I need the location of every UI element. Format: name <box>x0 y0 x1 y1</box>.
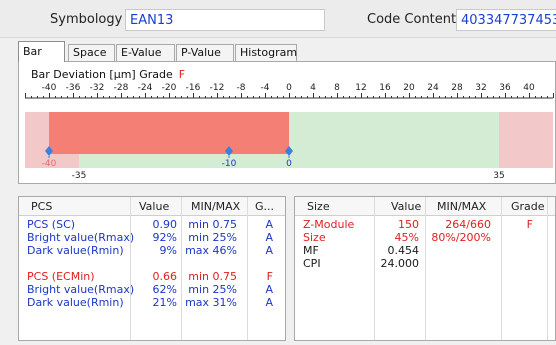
out-of-tolerance-zone-right <box>499 112 553 168</box>
table-row[interactable]: CPI 24.000 <box>295 258 555 270</box>
table-row[interactable]: Bright value(Rmax) 62% min 25% A <box>19 284 285 296</box>
pcs-table: PCS Value MIN/MAX G... PCS (SC) 0.90 min 0… <box>18 196 286 341</box>
column-header-size[interactable]: Size <box>307 200 330 213</box>
symbology-label: Symbology <box>50 12 123 27</box>
cell-grade: F <box>266 270 273 283</box>
column-header-value[interactable]: Value <box>391 200 421 213</box>
scale-tick-label: 16 <box>379 83 391 93</box>
cell-value: 92% <box>152 231 177 244</box>
cell-minmax: min 25% <box>188 231 237 244</box>
symbology-value-field[interactable]: EAN13 <box>125 9 325 31</box>
cell-value: 45% <box>394 231 419 244</box>
cell-minmax: min 25% <box>188 283 237 296</box>
scale-tick-label: 40 <box>523 83 535 93</box>
scale-tick-label: -12 <box>210 83 225 93</box>
column-header-pcs[interactable]: PCS <box>31 200 52 213</box>
cell-minmax: max 46% <box>185 244 237 257</box>
measured-deviation-bar <box>49 112 289 154</box>
cell-name: Bright value(Rmax) <box>27 231 135 244</box>
tab-p-value[interactable]: P-Value <box>176 44 234 61</box>
cell-name: Z-Module <box>303 218 355 231</box>
scale-tick-label: 0 <box>286 83 292 93</box>
bar-deviation-chart: -40 -36 -32 -28 -24 -20 -16 -12 -8 -4 0 4 8 12 16 20 24 2… <box>25 83 554 181</box>
cell-grade: A <box>265 218 273 231</box>
column-header-value[interactable]: Value <box>139 200 169 213</box>
scale-tick-label: -8 <box>237 83 246 93</box>
cell-name: PCS (SC) <box>27 218 76 231</box>
scale-tick-label: -4 <box>261 83 270 93</box>
bar-deviation-panel: Bar Deviation [µm] Grade F -40 -36 -32 -28 -2… <box>18 61 556 184</box>
cell-value: 0.66 <box>152 270 178 283</box>
scale-tick-label: 28 <box>451 83 463 93</box>
cell-grade: F <box>526 218 533 231</box>
scale-tick-label: 36 <box>499 83 511 93</box>
table-row[interactable]: Bright value(Rmax) 92% min 25% A <box>19 232 285 244</box>
cell-value: 62% <box>152 283 177 296</box>
cell-minmax: 264/660 <box>445 218 491 231</box>
cell-name: PCS (ECMin) <box>27 270 95 283</box>
scale-tick-label: 12 <box>355 83 366 93</box>
code-content-label: Code Content <box>367 12 457 27</box>
size-table: Size Value MIN/MAX Grade Z-Module 150 264/… <box>294 196 556 341</box>
cell-name: MF <box>303 244 319 257</box>
cell-grade: A <box>265 244 273 257</box>
table-row[interactable]: PCS (SC) 0.90 min 0.75 A <box>19 219 285 231</box>
deviation-marker-label: 0 <box>286 159 292 169</box>
cell-minmax: max 31% <box>185 296 237 309</box>
deviation-marker-label: -10 <box>222 159 237 169</box>
tab-bar[interactable]: Bar <box>18 41 65 62</box>
table-row[interactable] <box>19 258 285 270</box>
tab-e-value[interactable]: E-Value <box>116 44 175 61</box>
scale-tick-label: -24 <box>138 83 153 93</box>
pcs-table-header: PCS Value MIN/MAX G... <box>19 197 285 216</box>
scale-tick-label: 4 <box>310 83 316 93</box>
code-content-value-field[interactable]: 4033477374530 <box>456 9 556 31</box>
scale-tick-label: -20 <box>162 83 177 93</box>
table-row[interactable]: Size 45% 80%/200% <box>295 232 555 244</box>
cell-value: 24.000 <box>380 257 420 270</box>
scale-tick-label: 24 <box>427 83 439 93</box>
table-row[interactable]: MF 0.454 <box>295 245 555 257</box>
cell-value: 0.454 <box>387 244 420 257</box>
table-row[interactable]: PCS (ECMin) 0.66 min 0.75 F <box>19 271 285 283</box>
tab-histogram[interactable]: Histogram <box>235 44 297 61</box>
scale-tick-label: -32 <box>90 83 105 93</box>
scale-tick-label: -16 <box>186 83 201 93</box>
cell-grade: A <box>265 296 273 309</box>
cell-minmax: 80%/200% <box>431 231 491 244</box>
deviation-marker-label: -40 <box>42 159 57 169</box>
cell-grade: A <box>265 231 273 244</box>
cell-value: 21% <box>152 296 177 309</box>
column-header-grade[interactable]: G... <box>255 200 274 213</box>
table-row[interactable]: Z-Module 150 264/660 F <box>295 219 555 231</box>
table-row[interactable]: Dark value(Rmin) 9% max 46% A <box>19 245 285 257</box>
cell-name: Bright value(Rmax) <box>27 283 135 296</box>
tolerance-bound-label: -35 <box>72 171 87 181</box>
tolerance-bound-label: 35 <box>493 171 504 181</box>
cell-minmax: min 0.75 <box>188 270 237 283</box>
column-header-minmax[interactable]: MIN/MAX <box>191 200 240 213</box>
cell-name: CPI <box>303 257 321 270</box>
column-header-minmax[interactable]: MIN/MAX <box>437 200 486 213</box>
scale-tick-label: -36 <box>66 83 81 93</box>
table-row[interactable]: Dark value(Rmin) 21% max 31% A <box>19 297 285 309</box>
cell-grade: A <box>265 283 273 296</box>
cell-value: 9% <box>159 244 177 257</box>
scale-tick-label: 20 <box>403 83 415 93</box>
cell-name: Size <box>303 231 326 244</box>
cell-value: 0.90 <box>152 218 178 231</box>
cell-name: Dark value(Rmin) <box>27 296 124 309</box>
header-bar: Symbology EAN13 Code Content 40334773745… <box>0 0 556 38</box>
scale-tick-label: 8 <box>334 83 340 93</box>
tab-space[interactable]: Space <box>68 44 115 61</box>
cell-minmax: min 0.75 <box>188 218 237 231</box>
cell-name: Dark value(Rmin) <box>27 244 124 257</box>
cell-value: 150 <box>398 218 419 231</box>
column-header-grade[interactable]: Grade <box>511 200 545 213</box>
scale-tick-label: 32 <box>475 83 486 93</box>
scale-tick-label: -28 <box>114 83 129 93</box>
scale-tick-label: -40 <box>42 83 57 93</box>
